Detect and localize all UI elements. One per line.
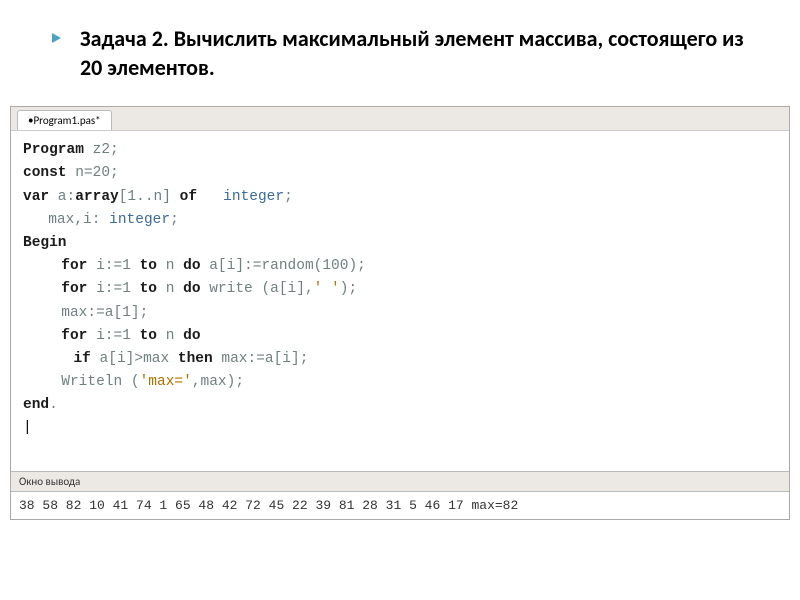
code-line: const n=20; (23, 162, 777, 185)
code-line: max:=a[1]; (23, 302, 777, 325)
code-line: for i:=1 to n do (23, 325, 777, 348)
code-cursor-line: | (23, 417, 777, 440)
output-panel: 38 58 82 10 41 74 1 65 48 42 72 45 22 39… (11, 492, 789, 519)
code-line: for i:=1 to n do write (a[i],' '); (23, 278, 777, 301)
code-line: Writeln ('max=',max); (23, 371, 777, 394)
editor-tab[interactable]: •Program1.pas* (17, 110, 112, 130)
code-line: Program z2; (23, 139, 777, 162)
code-editor[interactable]: Program z2; const n=20; var a:array[1..n… (11, 131, 789, 471)
ide-window: •Program1.pas* Program z2; const n=20; v… (10, 106, 790, 520)
code-line: Begin (23, 232, 777, 255)
code-line: if a[i]>max then max:=a[i]; (23, 348, 777, 371)
editor-tabbar: •Program1.pas* (11, 107, 789, 131)
output-panel-title: Окно вывода (11, 471, 789, 492)
code-line: var a:array[1..n] of integer; (23, 186, 777, 209)
task-heading: Задача 2. Вычислить максимальный элемент… (80, 25, 750, 82)
bullet-arrow-icon (50, 32, 62, 44)
code-line: end. (23, 394, 777, 417)
code-line: max,i: integer; (23, 209, 777, 232)
code-line: for i:=1 to n do a[i]:=random(100); (23, 255, 777, 278)
